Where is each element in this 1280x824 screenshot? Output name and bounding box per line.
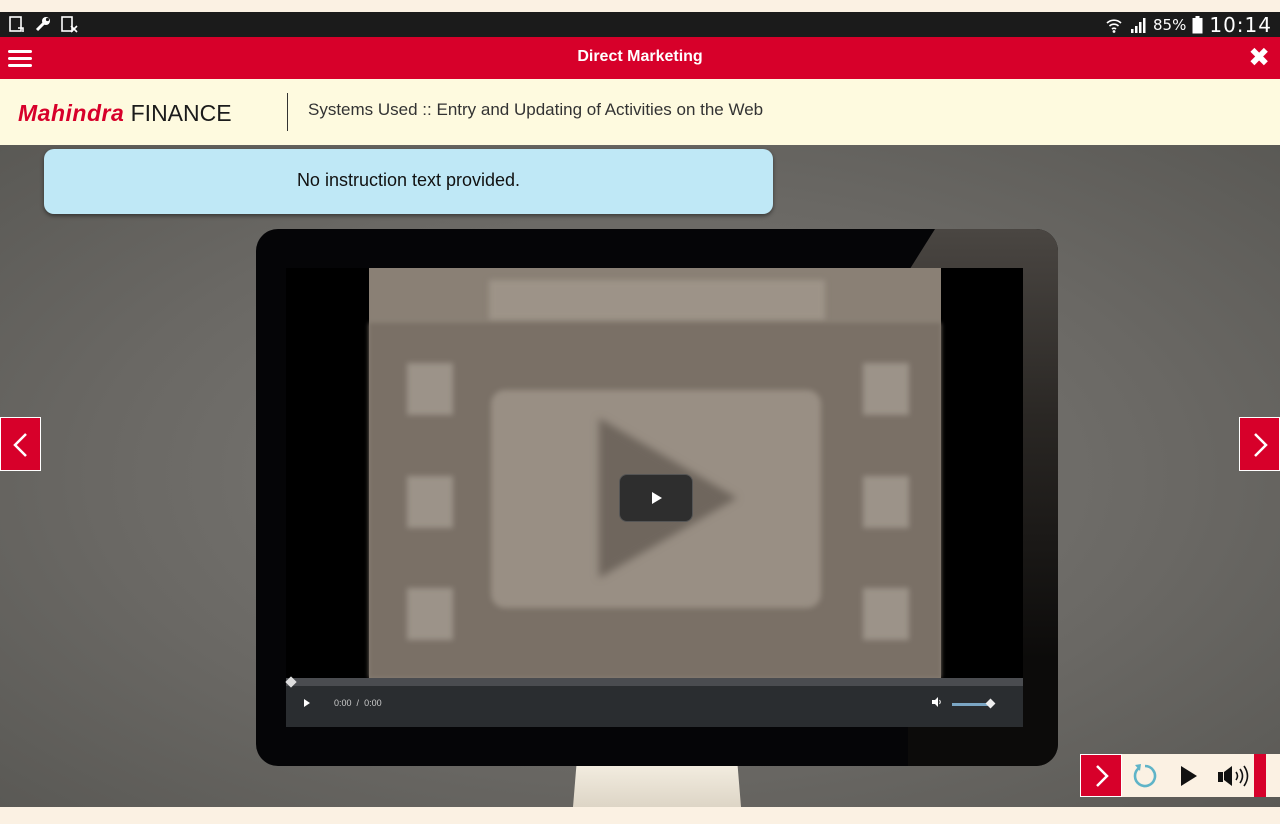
mahindra-finance-logo: Mahindra FINANCE	[18, 100, 232, 127]
player-toolbar	[1080, 754, 1280, 797]
app-title: Direct Marketing	[577, 48, 703, 65]
video-controls: 0:00 / 0:00	[285, 676, 1023, 727]
video-volume-icon[interactable]	[932, 697, 942, 707]
chevron-left-icon	[13, 433, 27, 457]
monitor-stand	[573, 766, 741, 807]
video-poster[interactable]	[369, 268, 941, 678]
video-duration: 0:00	[364, 698, 382, 708]
video-time: 0:00 / 0:00	[334, 698, 382, 708]
bottom-strip	[0, 807, 1280, 824]
toolbar-edge	[1254, 754, 1266, 797]
replay-button[interactable]	[1122, 754, 1166, 797]
module-title: Systems Used :: Entry and Updating of Ac…	[308, 100, 764, 119]
volume-button[interactable]	[1210, 754, 1254, 797]
video-current-time: 0:00	[334, 698, 352, 708]
content-stage: No instruction text provided. 0:00 / 0:0…	[0, 145, 1280, 807]
video-play-button[interactable]	[619, 474, 693, 522]
video-player: 0:00 / 0:00	[285, 268, 1023, 727]
clock: 10:14	[1209, 13, 1272, 37]
next-slide-button[interactable]	[1239, 417, 1280, 471]
wifi-icon	[1106, 19, 1122, 33]
header-divider	[287, 93, 288, 131]
chevron-right-icon	[1254, 433, 1268, 457]
status-bar: 85% 10:14	[0, 12, 1280, 37]
video-progress-knob[interactable]	[285, 676, 297, 688]
monitor-frame: 0:00 / 0:00	[256, 229, 1058, 766]
video-volume-slider[interactable]	[952, 703, 990, 706]
instruction-text: No instruction text provided.	[296, 170, 521, 190]
play-button[interactable]	[1166, 754, 1210, 797]
app-bar: Direct Marketing ✖	[0, 37, 1280, 79]
video-time-separator: /	[356, 698, 360, 708]
chevron-right-icon	[1096, 765, 1109, 787]
signal-icon	[1131, 18, 1146, 33]
video-progress-bar[interactable]	[285, 676, 1023, 688]
instruction-box: No instruction text provided.	[44, 149, 773, 214]
toolbar-next-button[interactable]	[1080, 754, 1122, 797]
previous-slide-button[interactable]	[0, 417, 41, 471]
wrench-icon	[35, 17, 50, 32]
close-icon[interactable]: ✖	[1248, 43, 1270, 73]
course-header: Mahindra FINANCE Systems Used :: Entry a…	[0, 79, 1280, 145]
replay-icon	[1133, 764, 1157, 788]
play-icon	[1181, 766, 1197, 786]
video-control-play-icon[interactable]	[304, 699, 310, 707]
volume-icon	[1218, 765, 1249, 787]
logo-brand: Mahindra	[18, 100, 125, 126]
storage-icon	[61, 16, 78, 33]
notification-icon	[9, 16, 24, 32]
battery-icon	[1192, 16, 1203, 34]
video-volume-knob[interactable]	[985, 698, 996, 709]
battery-percent: 85%	[1153, 16, 1187, 34]
logo-suffix: FINANCE	[130, 100, 232, 126]
